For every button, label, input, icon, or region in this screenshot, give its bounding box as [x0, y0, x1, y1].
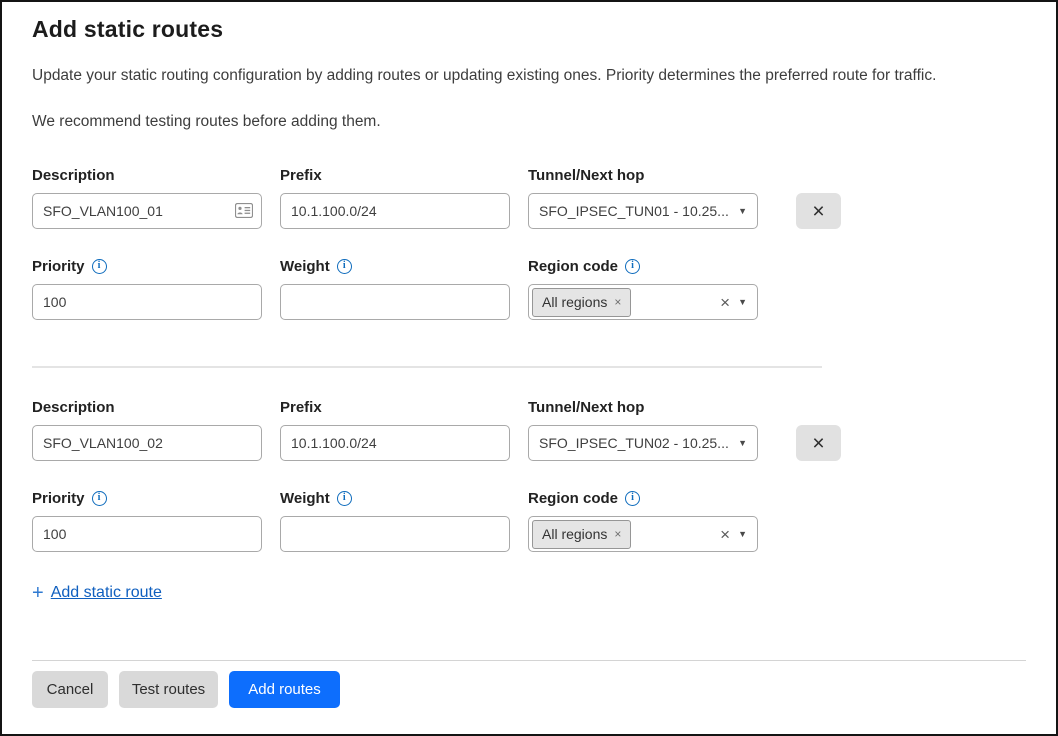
clear-icon[interactable]: × [720, 294, 730, 311]
prefix-label: Prefix [280, 397, 510, 417]
region-field-1: Region code i All regions × × ▼ [528, 256, 758, 320]
chevron-down-icon: ▼ [738, 529, 747, 539]
close-icon: × [812, 433, 824, 454]
info-icon[interactable]: i [625, 259, 640, 274]
info-icon[interactable]: i [92, 259, 107, 274]
tunnel-select-2[interactable]: SFO_IPSEC_TUN02 - 10.25... ▼ [528, 425, 758, 461]
dialog-footer: Cancel Test routes Add routes [32, 660, 1026, 734]
chevron-down-icon: ▼ [738, 438, 747, 448]
close-icon: × [812, 201, 824, 222]
prefix-field-1: Prefix [280, 165, 510, 229]
priority-input-2[interactable] [32, 516, 262, 552]
description-field-1: Description [32, 165, 262, 229]
weight-field-2: Weight i [280, 488, 510, 552]
weight-label: Weight i [280, 256, 510, 276]
region-chip[interactable]: All regions × [532, 520, 631, 549]
description-input-1[interactable] [32, 193, 262, 229]
add-static-route-link[interactable]: Add static route [51, 584, 162, 602]
recommend-text: We recommend testing routes before addin… [32, 113, 1026, 131]
description-input-2[interactable] [32, 425, 262, 461]
chevron-down-icon: ▼ [738, 297, 747, 307]
tunnel-field-1: Tunnel/Next hop SFO_IPSEC_TUN01 - 10.25.… [528, 165, 758, 229]
route-block-1: Description [32, 165, 1026, 320]
priority-field-1: Priority i [32, 256, 262, 320]
footer-divider [32, 660, 1026, 661]
chip-remove-icon[interactable]: × [614, 295, 621, 309]
prefix-input-1[interactable] [280, 193, 510, 229]
priority-label: Priority i [32, 488, 262, 508]
plus-icon: + [32, 583, 44, 603]
add-routes-button[interactable]: Add routes [229, 671, 340, 708]
region-select-1[interactable]: All regions × × ▼ [528, 284, 758, 320]
region-code-label: Region code i [528, 488, 758, 508]
add-static-route-row: + Add static route [32, 583, 1026, 603]
prefix-field-2: Prefix [280, 397, 510, 461]
tunnel-select-1[interactable]: SFO_IPSEC_TUN01 - 10.25... ▼ [528, 193, 758, 229]
region-field-2: Region code i All regions × × ▼ [528, 488, 758, 552]
priority-field-2: Priority i [32, 488, 262, 552]
weight-field-1: Weight i [280, 256, 510, 320]
region-select-2[interactable]: All regions × × ▼ [528, 516, 758, 552]
priority-input-1[interactable] [32, 284, 262, 320]
info-icon[interactable]: i [625, 491, 640, 506]
chevron-down-icon: ▼ [738, 206, 747, 216]
add-static-routes-dialog: Add static routes Update your static rou… [0, 0, 1058, 736]
chip-remove-icon[interactable]: × [614, 527, 621, 541]
description-label: Description [32, 397, 262, 417]
prefix-label: Prefix [280, 165, 510, 185]
tunnel-label: Tunnel/Next hop [528, 165, 758, 185]
prefix-input-2[interactable] [280, 425, 510, 461]
description-label: Description [32, 165, 262, 185]
tunnel-label: Tunnel/Next hop [528, 397, 758, 417]
route-block-2: Description Prefix Tunnel/Next hop SFO_I [32, 397, 1026, 552]
cancel-button[interactable]: Cancel [32, 671, 108, 708]
info-icon[interactable]: i [337, 491, 352, 506]
intro-text: Update your static routing configuration… [32, 67, 1026, 85]
clear-icon[interactable]: × [720, 526, 730, 543]
info-icon[interactable]: i [337, 259, 352, 274]
route-divider [32, 366, 822, 368]
region-code-label: Region code i [528, 256, 758, 276]
weight-label: Weight i [280, 488, 510, 508]
weight-input-2[interactable] [280, 516, 510, 552]
page-title: Add static routes [32, 16, 1026, 43]
region-chip[interactable]: All regions × [532, 288, 631, 317]
weight-input-1[interactable] [280, 284, 510, 320]
priority-label: Priority i [32, 256, 262, 276]
remove-route-button-2[interactable]: × [796, 425, 841, 461]
tunnel-field-2: Tunnel/Next hop SFO_IPSEC_TUN02 - 10.25.… [528, 397, 758, 461]
remove-route-button-1[interactable]: × [796, 193, 841, 229]
info-icon[interactable]: i [92, 491, 107, 506]
test-routes-button[interactable]: Test routes [119, 671, 218, 708]
description-field-2: Description [32, 397, 262, 461]
